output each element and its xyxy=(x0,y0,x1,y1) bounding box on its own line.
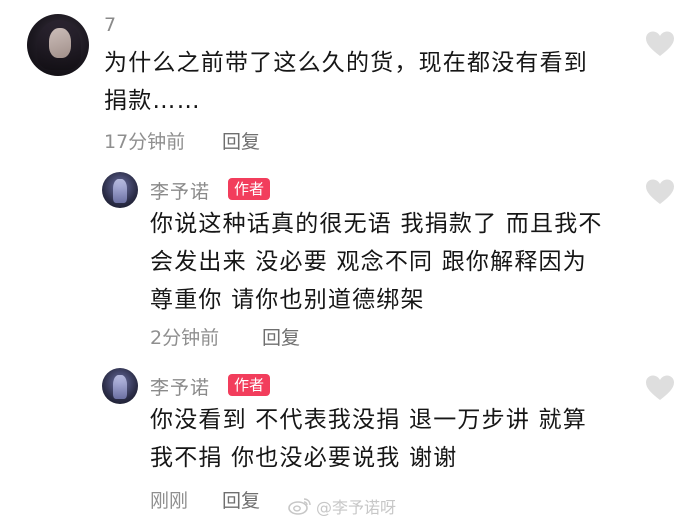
comment-item: 7 为什么之前带了这么久的货，现在都没有看到 捐款…… 17分钟前 回复 xyxy=(0,0,690,160)
comment-time: 17分钟前 xyxy=(104,131,186,153)
author-badge: 作者 xyxy=(228,178,271,200)
reply-username[interactable]: 李予诺 xyxy=(150,177,210,204)
reply-item: 李予诺 作者 你说这种话真的很无语 我捐款了 而且我不 会发出来 没必要 观念不… xyxy=(0,160,690,350)
heart-icon[interactable] xyxy=(645,30,675,58)
reply-text-line: 你说这种话真的很无语 我捐款了 而且我不 xyxy=(150,211,603,237)
comment-username[interactable]: 7 xyxy=(104,14,117,36)
avatar-figure xyxy=(113,179,127,203)
reply-text-line: 我不捐 你也没必要说我 谢谢 xyxy=(150,445,458,471)
reply-time: 刚刚 xyxy=(150,490,189,512)
reply-button[interactable]: 回复 xyxy=(262,323,300,350)
reply-item: 李予诺 作者 你没看到 不代表我没捐 退一万步讲 就算 我不捐 你也没必要说我 … xyxy=(0,356,690,512)
avatar-face xyxy=(49,28,71,58)
reply-time: 2分钟前 xyxy=(150,327,220,349)
reply-text-line: 会发出来 没必要 观念不同 跟你解释因为 xyxy=(150,249,587,275)
comment-text-line: 捐款…… xyxy=(104,88,201,114)
avatar[interactable] xyxy=(102,172,138,208)
reply-button[interactable]: 回复 xyxy=(222,127,260,154)
author-badge: 作者 xyxy=(228,374,271,396)
avatar[interactable] xyxy=(102,368,138,404)
comment-text: 为什么之前带了这么久的货，现在都没有看到 捐款…… xyxy=(104,44,588,120)
weibo-icon xyxy=(288,497,312,515)
reply-username[interactable]: 李予诺 xyxy=(150,373,210,400)
avatar[interactable] xyxy=(27,14,89,76)
reply-text-line: 尊重你 请你也别道德绑架 xyxy=(150,287,425,313)
reply-button[interactable]: 回复 xyxy=(222,486,260,513)
watermark: @李予诺呀 xyxy=(288,494,396,518)
heart-icon[interactable] xyxy=(645,374,675,402)
avatar-figure xyxy=(113,375,127,399)
heart-icon[interactable] xyxy=(645,178,675,206)
reply-text-line: 你没看到 不代表我没捐 退一万步讲 就算 xyxy=(150,407,587,433)
reply-text: 你说这种话真的很无语 我捐款了 而且我不 会发出来 没必要 观念不同 跟你解释因… xyxy=(150,205,603,319)
comment-text-line: 为什么之前带了这么久的货，现在都没有看到 xyxy=(104,50,588,76)
reply-text: 你没看到 不代表我没捐 退一万步讲 就算 我不捐 你也没必要说我 谢谢 xyxy=(150,401,587,477)
watermark-text: @李予诺呀 xyxy=(316,498,397,517)
